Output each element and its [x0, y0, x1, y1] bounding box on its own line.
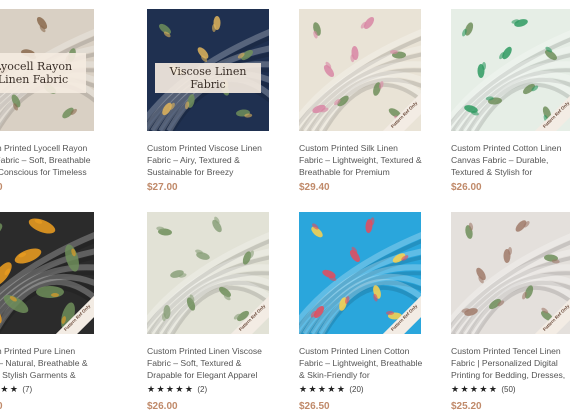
- product-image[interactable]: Pattern Ref Only: [147, 212, 269, 334]
- image-overlay-label: Lyocell Rayon Linen Fabric: [0, 53, 86, 93]
- product-rating[interactable]: ★★★★★(7): [0, 384, 32, 395]
- image-overlay-label: Viscose Linen Fabric: [155, 63, 261, 93]
- product-card[interactable]: Pattern Ref Only Custom Printed Silk Line…: [299, 9, 423, 209]
- product-price: $29.40: [299, 182, 330, 193]
- product-image[interactable]: Lyocell Rayon Linen Fabric: [0, 9, 94, 131]
- product-title-link[interactable]: Custom Printed Lyocell Rayon Linen Fabri…: [0, 142, 96, 178]
- rating-stars-icon: ★★★★★: [451, 384, 499, 394]
- product-card[interactable]: Pattern Ref Only Custom Printed Linen Cot…: [299, 212, 423, 412]
- product-price: $25.20: [451, 401, 482, 412]
- product-card[interactable]: Lyocell RayonLinen Fabric Custom Printed …: [0, 9, 94, 209]
- product-title-link[interactable]: Custom Printed Tencel Linen Fabric | Per…: [451, 345, 570, 381]
- product-title-link[interactable]: Custom Printed Viscose Linen Fabric – Ai…: [147, 142, 271, 178]
- product-title-link[interactable]: Custom Printed Pure Linen Fabric – Natur…: [0, 345, 96, 381]
- product-card[interactable]: Viscose Linen Fabric Custom Printed Visco…: [147, 9, 269, 209]
- product-image[interactable]: Pattern Ref Only: [451, 212, 570, 334]
- product-price: $27.00: [0, 182, 3, 193]
- rating-stars-icon: ★★★★★: [147, 384, 195, 394]
- product-price: $27.00: [147, 182, 178, 193]
- product-image[interactable]: Viscose Linen Fabric: [147, 9, 269, 131]
- overlay-line: Viscose Linen Fabric: [169, 65, 247, 91]
- rating-stars-icon: ★★★★★: [0, 384, 20, 394]
- product-image[interactable]: Pattern Ref Only: [299, 9, 421, 131]
- review-count: (7): [22, 385, 33, 394]
- product-title-link[interactable]: Custom Printed Cotton Linen Canvas Fabri…: [451, 142, 570, 178]
- overlay-line: Linen Fabric: [0, 73, 69, 86]
- overlay-line: Lyocell Rayon: [0, 60, 73, 73]
- review-count: (20): [349, 385, 364, 394]
- product-card[interactable]: Pattern Ref Only Custom Printed Pure Line…: [0, 212, 94, 412]
- review-count: (50): [501, 385, 516, 394]
- product-title-link[interactable]: Custom Printed Linen Viscose Fabric – So…: [147, 345, 271, 381]
- product-rating[interactable]: ★★★★★ (50): [451, 384, 516, 395]
- product-price: $32.00: [0, 401, 3, 412]
- product-card[interactable]: Pattern Ref Only Custom Printed Tencel Li…: [451, 212, 570, 412]
- rating-stars-icon: ★★★★★: [299, 384, 347, 394]
- product-price: $26.00: [451, 182, 482, 193]
- product-card[interactable]: Pattern Ref Only Custom Printed Linen Vis…: [147, 212, 269, 412]
- product-title-link[interactable]: Custom Printed Linen Cotton Fabric – Lig…: [299, 345, 423, 381]
- product-rating[interactable]: ★★★★★ (2): [147, 384, 207, 395]
- product-image[interactable]: Pattern Ref Only: [299, 212, 421, 334]
- product-price: $26.50: [299, 401, 330, 412]
- product-rating[interactable]: ★★★★★ (20): [299, 384, 364, 395]
- product-title-link[interactable]: Custom Printed Silk Linen Fabric – Light…: [299, 142, 423, 178]
- product-card[interactable]: Pattern Ref Only Custom Printed Cotton Li…: [451, 9, 570, 209]
- review-count: (2): [197, 385, 208, 394]
- product-image[interactable]: Pattern Ref Only: [0, 212, 94, 334]
- product-image[interactable]: Pattern Ref Only: [451, 9, 570, 131]
- product-price: $26.00: [147, 401, 178, 412]
